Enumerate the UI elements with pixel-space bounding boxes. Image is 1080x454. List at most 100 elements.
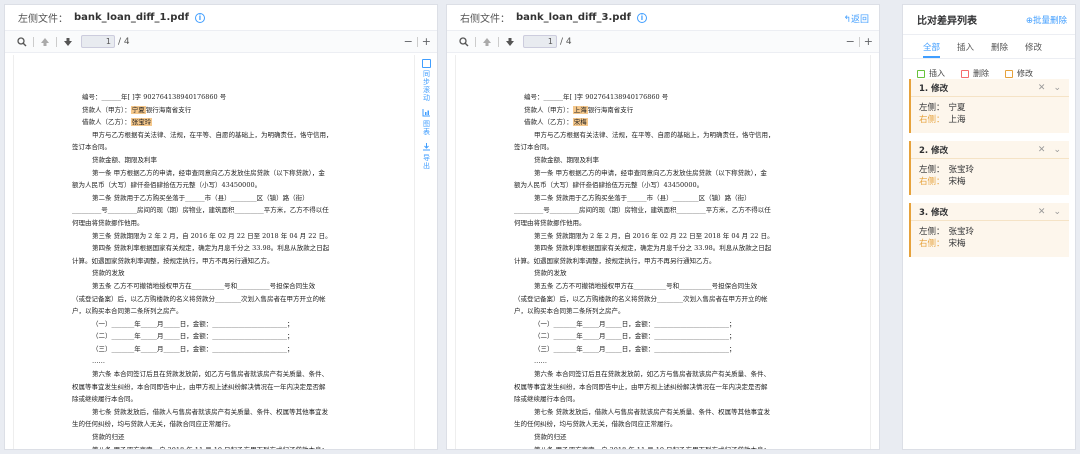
next-page-icon[interactable] (61, 35, 75, 49)
document-line: 第六条 本合同签订后且在贷款发放前，如乙方与售房者就该房产有关质量、条件、 (82, 368, 414, 381)
line-text: 第四条 贷款利率根据国家有关规定，确定为月息千分之 33.98。利息从放款之日起 (92, 244, 330, 253)
line-text: 贷款的归还 (534, 433, 567, 442)
tab-all[interactable]: 全部 (923, 41, 941, 58)
document-line: 除或继续履行本合同。 (72, 393, 414, 406)
zoom-in-button[interactable]: + (422, 35, 431, 48)
document-line: 签订本合同。 (514, 141, 870, 154)
chart-button[interactable]: 图表 (422, 108, 431, 136)
left-document-text: 编号：______年[ ]字 902764138940176860 号贷款人（甲… (14, 55, 414, 449)
left-file-label: 左侧文件： (18, 14, 68, 25)
line-text: 贷款的归还 (92, 433, 125, 442)
back-link[interactable]: ↰返回 (843, 12, 869, 25)
document-line: 贷款的发放 (524, 267, 870, 280)
sync-scroll-icon (421, 59, 431, 68)
line-text: 第三条 贷款期限为 2 年 2 月，自 2016 年 02 月 22 日至 20… (92, 231, 332, 240)
previous-page-icon[interactable] (480, 35, 494, 49)
zoom-out-button[interactable]: − (404, 35, 413, 48)
chevron-down-icon[interactable]: ⌄ (1053, 207, 1061, 217)
right-pane-header: 右侧文件： bank_loan_diff_3.pdf i ↰返回 (447, 5, 879, 31)
document-line: 第七条 贷款发放后，借款人与售房者就该房产有关质量、条件、权属等其他事宜发 (82, 406, 414, 419)
right-value: 宋梅 (948, 239, 966, 249)
document-line: 编号：______年[ ]字 902764138940176860 号 (524, 91, 870, 104)
line-text: 何理由将贷款挪作他用。 (72, 218, 144, 227)
page-number-input[interactable]: 1 (523, 35, 557, 48)
chevron-down-icon[interactable]: ⌄ (1053, 145, 1061, 155)
document-line: _________号_________房间的现（期）房物业，建筑面积______… (72, 204, 414, 217)
diff-item[interactable]: 3. 修改 ✕ ⌄ 左侧： 张宝玲 右侧： 宋梅 (909, 203, 1069, 257)
right-key: 右侧： (919, 177, 945, 187)
document-line: 贷款人（甲方）：上海银行海南省支行 (524, 104, 870, 117)
left-document-pane: 左侧文件： bank_loan_diff_1.pdf i 1 / 4 − + 编… (4, 4, 438, 450)
line-text: 第四条 贷款利率根据国家有关规定，确定为月息千分之 33.98。利息从放款之日起 (534, 244, 772, 253)
page-number-input[interactable]: 1 (81, 35, 115, 48)
line-text: （三）_______年_____月_____日，金额：_____________… (534, 344, 736, 353)
line-text: （一）_______年_____月_____日，金额：_____________… (534, 319, 736, 328)
info-icon[interactable]: i (194, 12, 205, 23)
diff-highlight[interactable]: 张宝玲 (130, 118, 153, 127)
left-value: 宁夏 (948, 103, 966, 113)
diff-item[interactable]: 1. 修改 ✕ ⌄ 左侧： 宁夏 右侧： 上海 (909, 79, 1069, 133)
sync-scroll-button[interactable]: 同步滚动 (421, 59, 431, 102)
info-icon[interactable]: i (636, 12, 647, 23)
diff-item-header: 1. 修改 ✕ ⌄ (911, 79, 1069, 97)
line-text: 计算。如遇国家贷款利率调整，按规定执行，甲方不再另行通知乙方。 (72, 256, 274, 265)
diff-filter-tabs: 全部 插入 删除 修改 (903, 35, 1075, 59)
line-text: 第三条 贷款期限为 2 年 2 月，自 2016 年 02 月 22 日至 20… (534, 231, 774, 240)
legend-modify[interactable]: 修改 (1005, 68, 1033, 79)
diff-highlight[interactable]: 上海 (572, 105, 588, 114)
tab-delete[interactable]: 删除 (991, 41, 1008, 58)
line-text: 编号：______年[ ]字 902764138940176860 号 (82, 93, 227, 101)
batch-delete-button[interactable]: ⊕批量删除 (1026, 14, 1067, 26)
document-line: 第八条 甲乙双方商定，自 2018 年 11 月 10 日起乙方用下列方式归还贷… (82, 444, 414, 449)
left-value: 张宝玲 (948, 227, 975, 237)
export-icon (422, 142, 431, 154)
left-key: 左侧： (919, 227, 945, 237)
zoom-out-button[interactable]: − (846, 35, 855, 48)
chevron-down-icon[interactable]: ⌄ (1053, 83, 1061, 93)
legend-delete[interactable]: 删除 (961, 68, 989, 79)
sync-scroll-label: 同步滚动 (422, 70, 431, 102)
tab-insert[interactable]: 插入 (957, 41, 974, 58)
line-text: 除或继续履行本合同。 (514, 395, 579, 404)
document-line: 第八条 甲乙双方商定，自 2018 年 11 月 10 日起乙方用下列方式归还贷… (524, 444, 870, 449)
diff-item-body: 左侧： 张宝玲 右侧： 宋梅 (911, 159, 1069, 195)
close-icon[interactable]: ✕ (1038, 83, 1046, 93)
document-line: 第一条 甲方根据乙方的申请，经审查同意向乙方发放住房贷款（以下称贷款），金 (524, 167, 870, 180)
delete-checkbox[interactable] (961, 69, 969, 78)
close-icon[interactable]: ✕ (1038, 145, 1046, 155)
line-text: （三）_______年_____月_____日，金额：_____________… (92, 344, 294, 353)
document-line: 计算。如遇国家贷款利率调整，按规定执行，甲方不再另行通知乙方。 (514, 255, 870, 268)
document-line: _________号_________房间的现（期）房物业，建筑面积______… (514, 204, 870, 217)
diff-item-body: 左侧： 张宝玲 右侧： 宋梅 (911, 221, 1069, 257)
zoom-in-button[interactable]: + (864, 35, 873, 48)
pdf-compare-app: 左侧文件： bank_loan_diff_1.pdf i 1 / 4 − + 编… (0, 0, 1080, 454)
diff-highlight[interactable]: 宁夏 (130, 105, 146, 114)
page-total: / 4 (118, 36, 130, 47)
line-text: 生的任何纠纷，均与贷款人无关，借款合同应正常履行。 (514, 420, 677, 429)
diff-list-panel: 比对差异列表 ⊕批量删除 全部 插入 删除 修改 插入 删除 修改 1. 修改 … (902, 4, 1076, 450)
left-document-page[interactable]: 编号：______年[ ]字 902764138940176860 号贷款人（甲… (13, 55, 415, 449)
search-icon[interactable] (15, 35, 29, 49)
document-line: 户，以购买本合同第二条所列之房产。 (514, 305, 870, 318)
previous-page-icon[interactable] (38, 35, 52, 49)
page-total: / 4 (560, 36, 572, 47)
document-line: 权属等事宜发生纠纷，本合同即告中止，由甲方视上述纠纷解决情况在一年内决定是否解 (72, 381, 414, 394)
right-document-page[interactable]: 编号：______年[ ]字 902764138940176860 号贷款人（甲… (455, 55, 871, 449)
export-button[interactable]: 导出 (422, 142, 431, 170)
diff-item[interactable]: 2. 修改 ✕ ⌄ 左侧： 张宝玲 右侧： 宋梅 (909, 141, 1069, 195)
insert-checkbox[interactable] (917, 69, 925, 78)
modify-checkbox[interactable] (1005, 69, 1013, 78)
right-document-text: 编号：______年[ ]字 902764138940176860 号贷款人（甲… (456, 55, 870, 449)
toolbar-divider (56, 36, 57, 47)
document-line: （三）_______年_____月_____日，金额：_____________… (82, 343, 414, 356)
diff-highlight[interactable]: 宋梅 (572, 118, 588, 127)
document-line: 第五条 乙方不可撤销地授权甲方在__________号和__________号担… (524, 280, 870, 293)
tab-modify[interactable]: 修改 (1025, 41, 1042, 58)
legend-insert[interactable]: 插入 (917, 68, 945, 79)
zoom-controls: − + (846, 35, 873, 48)
line-text: 第六条 本合同签订后且在贷款发放前，如乙方与售房者就该房产有关质量、条件、 (534, 370, 771, 379)
next-page-icon[interactable] (503, 35, 517, 49)
close-icon[interactable]: ✕ (1038, 207, 1046, 217)
search-icon[interactable] (457, 35, 471, 49)
diff-item-title: 2. 修改 (919, 145, 949, 156)
